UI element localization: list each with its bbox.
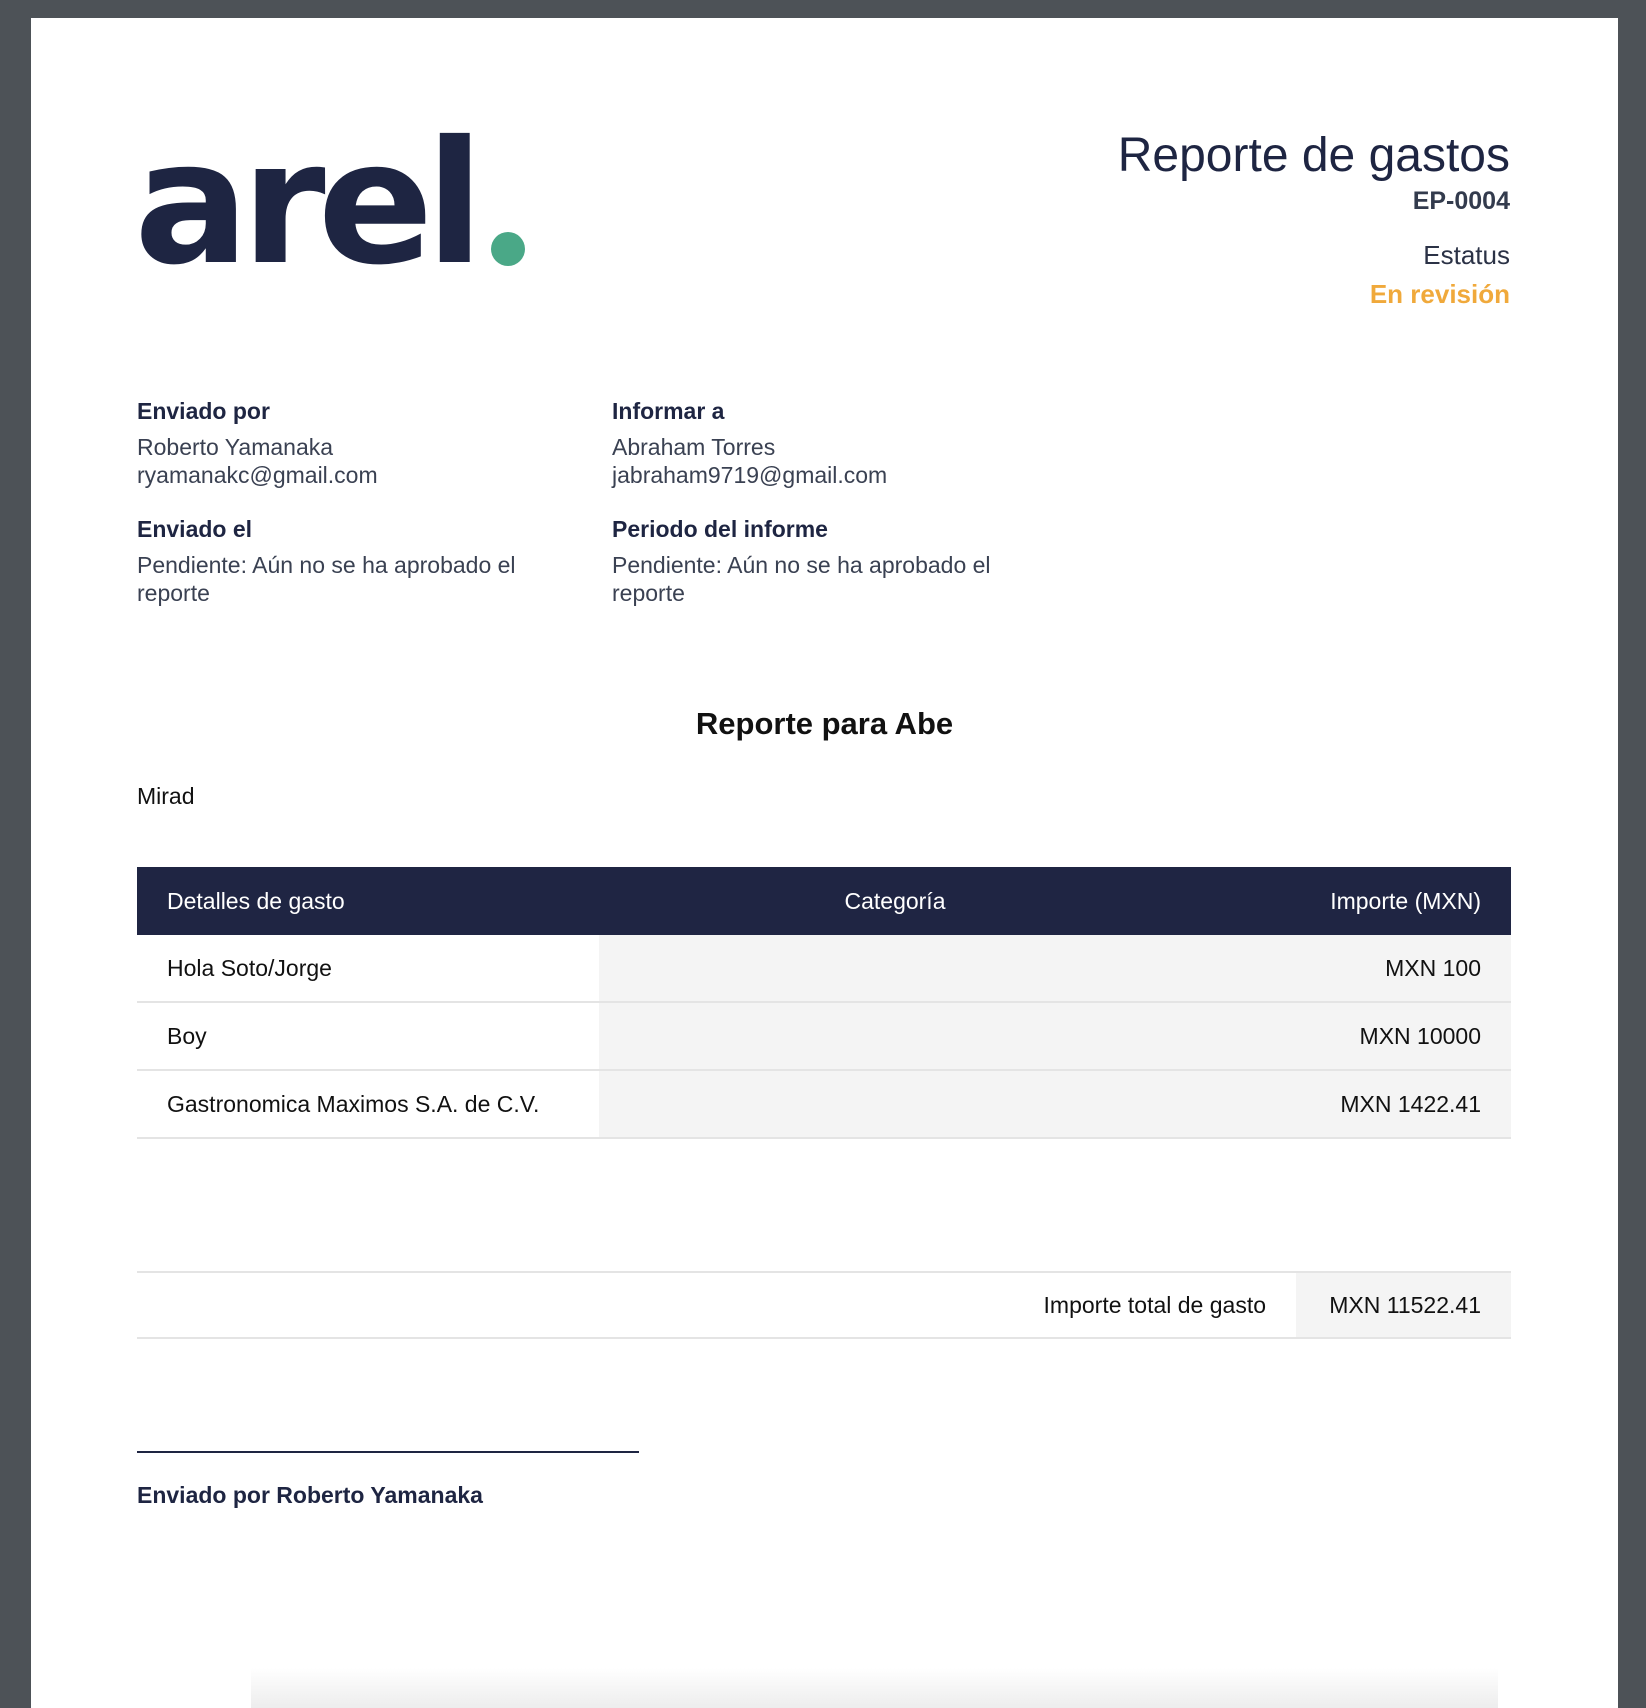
sent-by-label: Enviado por [137, 398, 270, 424]
expenses-table: Detalles de gasto Categoría Importe (MXN… [137, 867, 1511, 1139]
column-header-category: Categoría [599, 867, 1191, 935]
total-row: Importe total de gasto MXN 11522.41 [137, 1271, 1511, 1339]
report-to-name: Abraham Torres [612, 434, 776, 460]
table-header-row: Detalles de gasto Categoría Importe (MXN… [137, 867, 1511, 935]
document-page: arel Reporte de gastos EP-0004 Estatus E… [31, 18, 1618, 1708]
expense-detail: Gastronomica Maximos S.A. de C.V. [137, 1070, 599, 1139]
report-to-block: Informar a Abraham Torres jabraham9719@g… [612, 398, 1042, 489]
expense-category [599, 1070, 1191, 1139]
column-header-amount: Importe (MXN) [1191, 867, 1511, 935]
expense-category [599, 1002, 1191, 1071]
logo-wordmark: arel [136, 123, 476, 293]
table-row: Hola Soto/Jorge MXN 100 [137, 935, 1511, 1003]
expense-amount: MXN 1422.41 [1191, 1070, 1511, 1139]
expense-detail: Boy [137, 1002, 599, 1071]
company-logo: arel [136, 123, 556, 293]
total-table: Importe total de gasto MXN 11522.41 [137, 1271, 1511, 1339]
total-value: MXN 11522.41 [1296, 1271, 1511, 1339]
expense-amount: MXN 10000 [1191, 1002, 1511, 1071]
total-label: Importe total de gasto [137, 1271, 1296, 1339]
signature-text: Enviado por Roberto Yamanaka [137, 1482, 483, 1508]
sent-by-name: Roberto Yamanaka [137, 434, 334, 460]
report-description: Mirad [137, 783, 195, 809]
column-header-detail: Detalles de gasto [137, 867, 599, 935]
period-block: Periodo del informe Pendiente: Aún no se… [612, 516, 1042, 607]
sent-by-block: Enviado por Roberto Yamanaka ryamanakc@g… [137, 398, 567, 489]
sent-by-email: ryamanakc@gmail.com [137, 462, 378, 488]
sent-on-block: Enviado el Pendiente: Aún no se ha aprob… [137, 516, 567, 607]
logo-graphic: arel [136, 123, 525, 293]
status-badge: En revisión [1369, 279, 1510, 310]
signature-line [137, 1451, 639, 1453]
table-row: Gastronomica Maximos S.A. de C.V. MXN 14… [137, 1070, 1511, 1139]
period-value: Pendiente: Aún no se ha aprobado el repo… [612, 552, 991, 606]
logo-dot [491, 232, 525, 266]
status-label: Estatus [1423, 240, 1510, 271]
report-to-label: Informar a [612, 398, 725, 424]
document-number: EP-0004 [1412, 187, 1510, 216]
sent-on-label: Enviado el [137, 516, 253, 542]
document-header: Reporte de gastos EP-0004 Estatus En rev… [1118, 128, 1510, 310]
expense-detail: Hola Soto/Jorge [137, 935, 599, 1003]
expense-amount: MXN 100 [1191, 935, 1511, 1003]
sent-on-value: Pendiente: Aún no se ha aprobado el repo… [137, 552, 516, 606]
expense-category [599, 935, 1191, 1003]
period-label: Periodo del informe [612, 516, 828, 542]
document-title: Reporte de gastos [1117, 129, 1510, 182]
page-shadow [251, 1668, 1498, 1708]
report-title: Reporte para Abe [695, 706, 954, 741]
report-to-email: jabraham9719@gmail.com [612, 462, 888, 488]
table-row: Boy MXN 10000 [137, 1002, 1511, 1071]
